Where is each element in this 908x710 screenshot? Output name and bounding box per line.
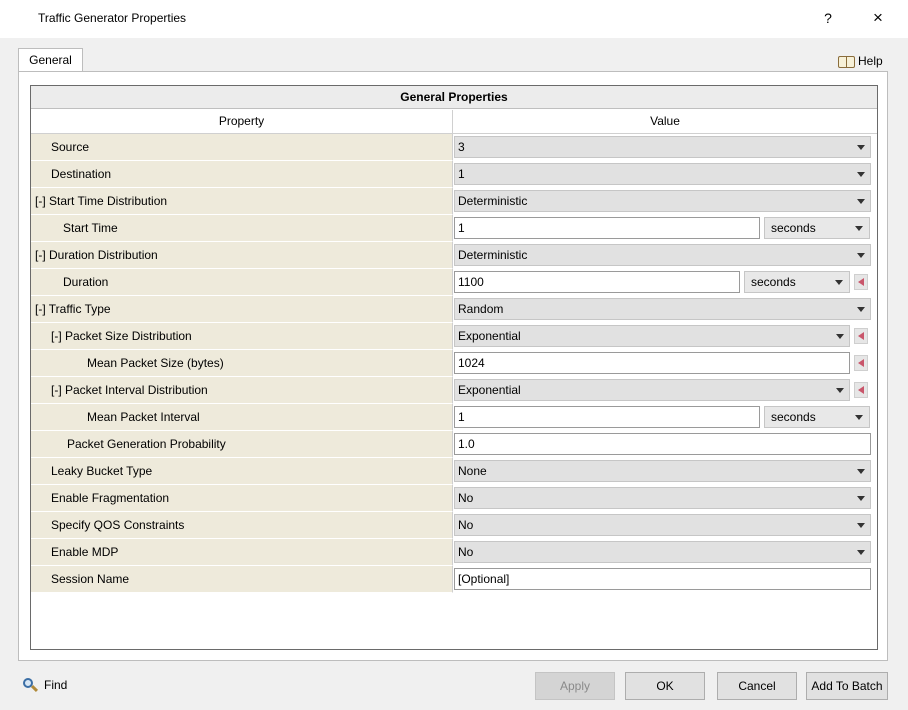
add-to-batch-button[interactable]: Add To Batch <box>806 672 888 700</box>
specify-qos-constraints-select[interactable]: No <box>454 514 871 536</box>
property-label: Packet Generation Probability <box>31 431 453 458</box>
row-session-name: Session Name [Optional] <box>31 566 877 593</box>
row-mean-packet-size: Mean Packet Size (bytes) 1024 <box>31 350 877 377</box>
property-grid: General Properties Property Value Source… <box>30 85 878 650</box>
row-packet-interval-distribution: [-] Packet Interval Distribution Exponen… <box>31 377 877 404</box>
expand-arrow-icon[interactable] <box>854 382 868 398</box>
packet-generation-probability-input[interactable]: 1.0 <box>454 433 871 455</box>
expand-arrow-icon[interactable] <box>854 355 868 371</box>
ok-button[interactable]: OK <box>625 672 705 700</box>
property-label[interactable]: [-] Traffic Type <box>31 296 453 323</box>
title-bar: Traffic Generator Properties ? × <box>0 0 908 38</box>
search-icon <box>22 677 39 693</box>
chevron-down-icon <box>835 280 843 285</box>
chevron-down-icon <box>857 550 865 555</box>
start-time-input[interactable]: 1 <box>454 217 760 239</box>
grid-title: General Properties <box>31 86 877 109</box>
chevron-down-icon <box>857 172 865 177</box>
enable-fragmentation-select[interactable]: No <box>454 487 871 509</box>
chevron-down-icon <box>857 523 865 528</box>
session-name-input[interactable]: [Optional] <box>454 568 871 590</box>
row-leaky-bucket-type: Leaky Bucket Type None <box>31 458 877 485</box>
chevron-down-icon <box>855 226 863 231</box>
row-destination: Destination 1 <box>31 161 877 188</box>
leaky-bucket-type-select[interactable]: None <box>454 460 871 482</box>
row-duration-distribution: [-] Duration Distribution Deterministic <box>31 242 877 269</box>
destination-select[interactable]: 1 <box>454 163 871 185</box>
column-header-property: Property <box>31 110 453 134</box>
chevron-down-icon <box>857 469 865 474</box>
help-label: Help <box>858 54 883 68</box>
property-label[interactable]: [-] Duration Distribution <box>31 242 453 269</box>
row-duration: Duration 1100 seconds <box>31 269 877 296</box>
expand-arrow-icon[interactable] <box>854 328 868 344</box>
packet-interval-distribution-select[interactable]: Exponential <box>454 379 850 401</box>
row-enable-mdp: Enable MDP No <box>31 539 877 566</box>
chevron-down-icon <box>857 253 865 258</box>
traffic-type-select[interactable]: Random <box>454 298 871 320</box>
property-label: Leaky Bucket Type <box>31 458 453 485</box>
start-time-distribution-select[interactable]: Deterministic <box>454 190 871 212</box>
context-help-button[interactable]: ? <box>818 8 838 28</box>
duration-input[interactable]: 1100 <box>454 271 740 293</box>
property-label: Enable Fragmentation <box>31 485 453 512</box>
expand-arrow-icon[interactable] <box>854 274 868 290</box>
start-time-unit-select[interactable]: seconds <box>764 217 870 239</box>
row-packet-size-distribution: [-] Packet Size Distribution Exponential <box>31 323 877 350</box>
property-label: Source <box>31 134 453 161</box>
row-traffic-type: [-] Traffic Type Random <box>31 296 877 323</box>
row-packet-generation-probability: Packet Generation Probability 1.0 <box>31 431 877 458</box>
property-label: Session Name <box>31 566 453 593</box>
property-label: Destination <box>31 161 453 188</box>
row-start-time-distribution: [-] Start Time Distribution Deterministi… <box>31 188 877 215</box>
enable-mdp-select[interactable]: No <box>454 541 871 563</box>
property-label: Start Time <box>31 215 453 242</box>
mean-packet-interval-unit-select[interactable]: seconds <box>764 406 870 428</box>
window-title: Traffic Generator Properties <box>38 11 187 25</box>
row-source: Source 3 <box>31 134 877 161</box>
row-start-time: Start Time 1 seconds <box>31 215 877 242</box>
apply-button[interactable]: Apply <box>535 672 615 700</box>
find-button[interactable]: Find <box>22 677 67 693</box>
row-specify-qos-constraints: Specify QOS Constraints No <box>31 512 877 539</box>
packet-size-distribution-select[interactable]: Exponential <box>454 325 850 347</box>
tab-general[interactable]: General <box>18 48 83 72</box>
column-header-value: Value <box>453 110 877 134</box>
chevron-down-icon <box>836 388 844 393</box>
close-button[interactable]: × <box>866 6 890 30</box>
property-label[interactable]: [-] Packet Size Distribution <box>31 323 453 350</box>
chevron-down-icon <box>855 415 863 420</box>
row-enable-fragmentation: Enable Fragmentation No <box>31 485 877 512</box>
property-label[interactable]: [-] Packet Interval Distribution <box>31 377 453 404</box>
row-mean-packet-interval: Mean Packet Interval 1 seconds <box>31 404 877 431</box>
property-label: Mean Packet Interval <box>31 404 453 431</box>
mean-packet-size-input[interactable]: 1024 <box>454 352 850 374</box>
chevron-down-icon <box>857 199 865 204</box>
duration-unit-select[interactable]: seconds <box>744 271 850 293</box>
mean-packet-interval-input[interactable]: 1 <box>454 406 760 428</box>
duration-distribution-select[interactable]: Deterministic <box>454 244 871 266</box>
chevron-down-icon <box>836 334 844 339</box>
cancel-button[interactable]: Cancel <box>717 672 797 700</box>
property-label: Duration <box>31 269 453 296</box>
property-label: Mean Packet Size (bytes) <box>31 350 453 377</box>
find-label: Find <box>44 678 68 692</box>
book-icon <box>838 55 855 68</box>
source-select[interactable]: 3 <box>454 136 871 158</box>
chevron-down-icon <box>857 496 865 501</box>
chevron-down-icon <box>857 307 865 312</box>
help-link[interactable]: Help <box>838 52 883 70</box>
chevron-down-icon <box>857 145 865 150</box>
property-label: Specify QOS Constraints <box>31 512 453 539</box>
property-label: Enable MDP <box>31 539 453 566</box>
property-label[interactable]: [-] Start Time Distribution <box>31 188 453 215</box>
